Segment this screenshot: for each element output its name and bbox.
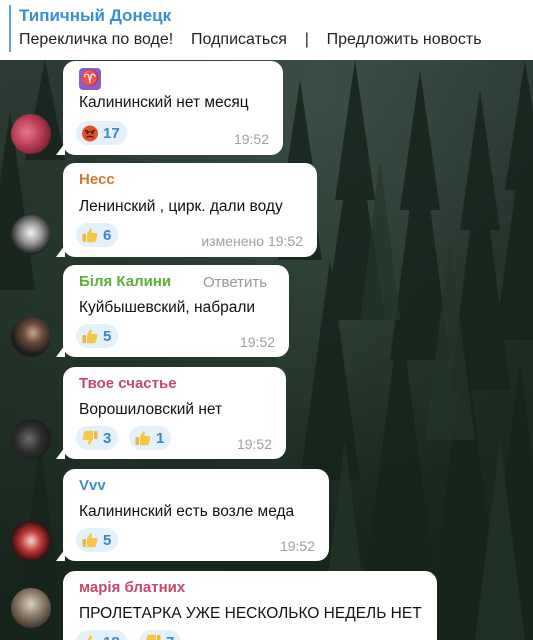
message-bubble[interactable]: Біля Калини Ответить Куйбышевский, набра… bbox=[56, 265, 289, 357]
bubble-tail bbox=[56, 549, 65, 561]
aries-sign-icon: ♈ bbox=[79, 68, 101, 90]
reaction-chip[interactable]: 3 bbox=[76, 426, 119, 450]
message-bubble[interactable]: марія блатних ПРОЛЕТАРКА УЖЕ НЕСКОЛЬКО Н… bbox=[63, 571, 437, 640]
reaction-count: 6 bbox=[103, 226, 112, 244]
message-text: Ленинский , цирк. дали воду bbox=[79, 198, 283, 215]
message-time: 19:52 bbox=[233, 131, 269, 147]
thumbs-up-icon bbox=[82, 533, 98, 548]
thumbs-up-icon bbox=[87, 635, 96, 640]
message-time: 19:52 bbox=[236, 436, 272, 452]
pinned-accent-bar bbox=[9, 5, 11, 52]
avatar[interactable] bbox=[11, 215, 51, 255]
reaction-chip[interactable]: 5 bbox=[76, 324, 119, 348]
message-bubble[interactable]: ♈ Калининский нет месяц 17 19:52 bbox=[56, 61, 283, 155]
thumbs-up-icon bbox=[135, 431, 151, 446]
pinned-separator: | bbox=[304, 31, 309, 48]
pinned-item-subscribe[interactable]: Подписаться bbox=[191, 31, 287, 48]
pinned-item-water-rollcall[interactable]: Перекличка по воде! bbox=[19, 31, 173, 48]
angry-face-icon bbox=[82, 125, 98, 142]
thumbs-down-icon bbox=[82, 430, 98, 445]
message-time: 19:52 bbox=[239, 334, 275, 350]
reaction-chip[interactable]: 17 bbox=[76, 121, 127, 145]
sender-name[interactable]: марія блатних bbox=[79, 579, 185, 596]
bubble-tail bbox=[56, 245, 65, 257]
message-text: Куйбышевский, набрали bbox=[79, 299, 256, 316]
message-time: 19:52 bbox=[279, 538, 315, 554]
bubble-tail bbox=[56, 143, 65, 155]
reaction-count: 7 bbox=[166, 634, 174, 640]
reaction-count: 17 bbox=[103, 124, 120, 142]
reaction-count: 1 bbox=[156, 429, 165, 447]
channel-header: Типичный Донецк Перекличка по воде! Подп… bbox=[0, 0, 533, 60]
pinned-message[interactable]: Перекличка по воде! Подписаться | Предло… bbox=[19, 31, 482, 49]
sender-name[interactable]: Біля Калини bbox=[79, 273, 171, 290]
message-bubble[interactable]: Твое счастье Ворошиловский нет 3 1 19:52 bbox=[56, 367, 286, 459]
chat-area[interactable]: ♈ Калининский нет месяц 17 19:52 Несс Ле… bbox=[0, 60, 533, 640]
channel-title[interactable]: Типичный Донецк bbox=[19, 6, 171, 26]
thumbs-up-icon bbox=[82, 228, 98, 243]
thumbs-up-icon bbox=[82, 329, 98, 344]
avatar[interactable] bbox=[11, 419, 51, 459]
thumbs-down-icon bbox=[146, 634, 161, 640]
avatar[interactable] bbox=[11, 521, 51, 561]
reaction-count: 18 bbox=[103, 634, 120, 640]
message-bubble[interactable]: Несс Ленинский , цирк. дали воду 6 измен… bbox=[56, 163, 317, 257]
sender-name[interactable]: Твое счастье bbox=[79, 375, 177, 392]
reply-link[interactable]: Ответить bbox=[203, 274, 267, 291]
message-text: ПРОЛЕТАРКА УЖЕ НЕСКОЛЬКО НЕДЕЛЬ НЕТ bbox=[79, 605, 422, 622]
reaction-chip[interactable]: 6 bbox=[76, 223, 119, 247]
reaction-count: 5 bbox=[103, 327, 112, 345]
message-bubble[interactable]: Vvv Калининский есть возле меда 5 19:52 bbox=[56, 469, 329, 561]
avatar[interactable] bbox=[11, 588, 51, 628]
bubble-tail bbox=[56, 447, 65, 459]
avatar[interactable] bbox=[11, 114, 51, 154]
avatar[interactable] bbox=[11, 317, 51, 357]
pinned-item-suggest-news[interactable]: Предложить новость bbox=[327, 31, 482, 48]
message-time: изменено 19:52 bbox=[201, 233, 303, 249]
reaction-chip[interactable]: 18 bbox=[76, 630, 127, 640]
bubble-tail bbox=[56, 345, 65, 357]
reaction-chip[interactable]: 1 bbox=[129, 426, 172, 450]
reaction-chip[interactable]: 7 bbox=[139, 630, 182, 640]
sender-name[interactable]: Vvv bbox=[79, 477, 106, 494]
reaction-chip[interactable]: 5 bbox=[76, 528, 119, 552]
message-text: Калининский нет месяц bbox=[79, 94, 249, 111]
message-text: Калининский есть возле меда bbox=[79, 503, 295, 520]
message-text: Ворошиловский нет bbox=[79, 401, 223, 418]
reaction-count: 3 bbox=[103, 429, 112, 447]
sender-name[interactable]: Несс bbox=[79, 171, 115, 188]
reaction-count: 5 bbox=[103, 531, 112, 549]
